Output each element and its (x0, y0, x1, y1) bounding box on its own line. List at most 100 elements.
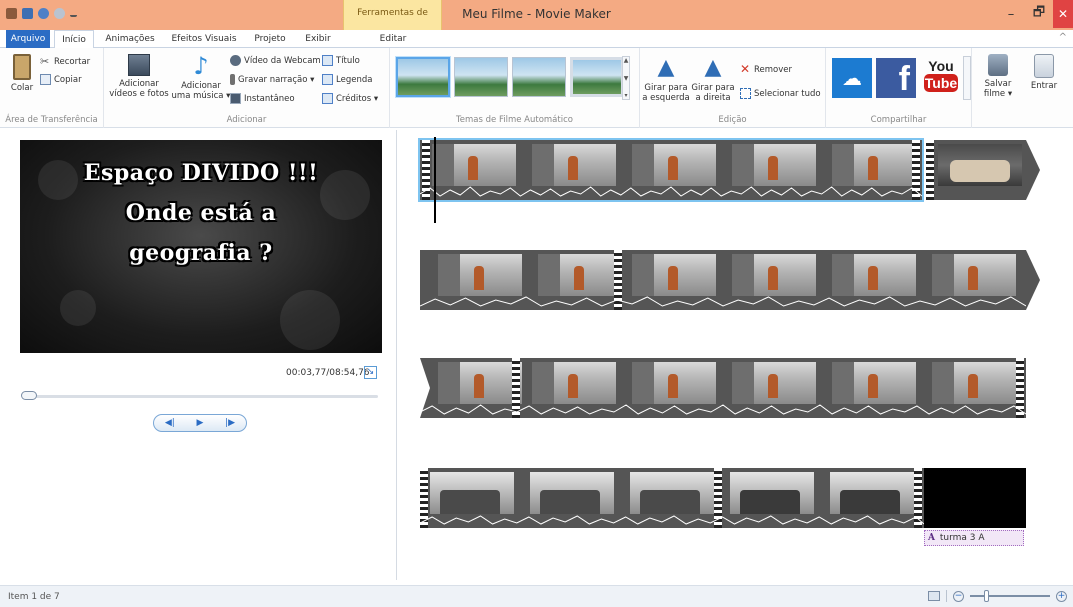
copy-button[interactable]: Copiar (40, 74, 82, 85)
app-menu-icon[interactable] (6, 8, 17, 19)
select-all-button[interactable]: Selecionar tudo (740, 88, 821, 99)
remove-button[interactable]: ✕ Remover (740, 63, 792, 75)
clip-frame (632, 254, 716, 296)
video-preview[interactable]: Espaço DIVIDO !!! Onde está a geografia … (20, 140, 382, 353)
chevron-down-icon[interactable]: ▼ (624, 75, 629, 82)
clip-frame (938, 144, 1022, 186)
group-editing: ▲ Girar para a esquerda ▲ Girar para a d… (640, 48, 826, 128)
rotate-left-icon: ▲ (657, 55, 675, 80)
clip-frame (438, 254, 522, 296)
save-icon[interactable] (22, 8, 33, 19)
zoom-out-icon[interactable]: − (953, 590, 964, 602)
chevron-up-icon[interactable]: ▲ (624, 57, 629, 64)
clip-frame (430, 472, 514, 514)
seek-handle[interactable] (21, 391, 37, 400)
tab-inicio[interactable]: Início (54, 30, 94, 49)
close-button[interactable]: ✕ (1053, 0, 1073, 28)
microphone-icon (230, 74, 235, 85)
clip-frame (830, 472, 914, 514)
webcam-icon (230, 55, 241, 66)
caption-overlay[interactable]: A turma 3 A (924, 530, 1024, 546)
title-button[interactable]: Título (322, 55, 360, 66)
video-tools-header: Ferramentas de Vídeo (343, 0, 442, 44)
title-clip[interactable] (924, 468, 1026, 528)
undo-icon[interactable] (38, 8, 49, 19)
transition-arrow (1026, 140, 1040, 200)
credits-icon (322, 93, 333, 104)
audio-waveform (420, 515, 924, 525)
expand-preview-icon[interactable]: ↘ (364, 366, 377, 379)
theme-thumbnail[interactable] (512, 57, 566, 97)
group-automovie-themes: ▲ ▼ ▾ Temas de Filme Automático (390, 48, 640, 128)
title-bar: Ferramentas de Vídeo Meu Filme - Movie M… (0, 0, 1073, 44)
caption-icon: A (928, 533, 935, 543)
theme-thumbnail[interactable] (570, 57, 624, 97)
caption-button[interactable]: Legenda (322, 74, 372, 85)
video-clip[interactable] (926, 140, 1026, 200)
theme-thumbnail[interactable] (454, 57, 508, 97)
zoom-handle[interactable] (984, 590, 989, 602)
next-frame-icon[interactable]: |▶ (225, 418, 235, 428)
paste-button[interactable]: Colar (8, 54, 36, 93)
webcam-video-button[interactable]: Vídeo da Webcam (230, 55, 321, 66)
group-share: ☁ f You Tube Compartilhar (826, 48, 972, 128)
transition-arrow (1026, 250, 1040, 310)
add-music-button[interactable]: ♪ Adicionar uma música ▾ (170, 54, 232, 101)
separator (946, 590, 947, 602)
snapshot-button[interactable]: Instantâneo (230, 93, 295, 104)
facebook-icon[interactable]: f (876, 58, 916, 98)
audio-waveform (420, 404, 1026, 415)
credits-button[interactable]: Créditos ▾ (322, 93, 378, 104)
pane-divider[interactable] (396, 130, 397, 580)
clip-frame (438, 362, 522, 404)
add-videos-photos-button[interactable]: Adicionar vídeos e fotos (106, 54, 172, 99)
video-clip[interactable] (420, 468, 924, 528)
theme-thumbnail[interactable] (396, 57, 450, 97)
record-narration-button[interactable]: Gravar narração ▾ (230, 74, 314, 85)
clip-frame (730, 472, 814, 514)
customize-toolbar-icon[interactable] (70, 11, 77, 17)
rotate-left-button[interactable]: ▲ Girar para a esquerda (642, 55, 690, 104)
previous-frame-icon[interactable]: ◀| (165, 418, 175, 428)
save-movie-button[interactable]: Salvar filme ▾ (978, 54, 1018, 99)
video-clip[interactable] (418, 138, 924, 202)
transition-arrow (420, 358, 430, 418)
tab-animacoes[interactable]: Animações (100, 30, 160, 48)
maximize-button[interactable]: 🗗 (1025, 0, 1053, 28)
share-scrollbar[interactable] (963, 56, 971, 100)
playhead[interactable] (434, 137, 436, 223)
scissors-icon: ✂ (40, 55, 50, 68)
tab-arquivo[interactable]: Arquivo (6, 30, 50, 48)
onedrive-icon[interactable]: ☁ (832, 58, 872, 98)
sign-in-button[interactable]: Entrar (1024, 54, 1064, 91)
playback-controls: ◀| ▶ |▶ (153, 414, 247, 432)
rotate-right-button[interactable]: ▲ Girar para a direita (690, 56, 736, 104)
collapse-ribbon-icon[interactable]: ^ (1059, 32, 1067, 43)
zoom-slider[interactable] (970, 590, 1050, 602)
clip-frame (832, 254, 916, 296)
preview-text-line: Espaço DIVIDO !!! (83, 160, 319, 186)
redo-icon[interactable] (54, 8, 65, 19)
group-clipboard: Colar ✂ Recortar Copiar Área de Transfer… (0, 48, 104, 128)
gallery-scrollbar[interactable]: ▲ ▼ ▾ (622, 56, 630, 100)
seek-bar[interactable] (23, 395, 378, 398)
video-clip[interactable] (420, 358, 1026, 418)
tab-editar[interactable]: Editar (368, 30, 418, 48)
clip-frame (538, 254, 622, 296)
clip-frame (530, 472, 614, 514)
audio-waveform (420, 296, 1026, 307)
tab-projeto[interactable]: Projeto (248, 30, 292, 48)
sprocket-strip (926, 140, 934, 200)
minimize-button[interactable]: – (997, 0, 1025, 28)
video-clip[interactable] (420, 250, 1026, 310)
tab-efeitos-visuais[interactable]: Efeitos Visuais (166, 30, 242, 48)
quick-access-toolbar (6, 8, 77, 19)
cut-button[interactable]: ✂ Recortar (40, 56, 90, 67)
gallery-more-icon[interactable]: ▾ (624, 92, 627, 99)
tab-exibir[interactable]: Exibir (298, 30, 338, 48)
zoom-in-icon[interactable]: + (1056, 590, 1067, 602)
youtube-icon[interactable]: You Tube (922, 58, 960, 98)
title-icon (322, 55, 333, 66)
play-icon[interactable]: ▶ (197, 418, 204, 428)
thumbnail-size-icon[interactable] (928, 591, 940, 601)
